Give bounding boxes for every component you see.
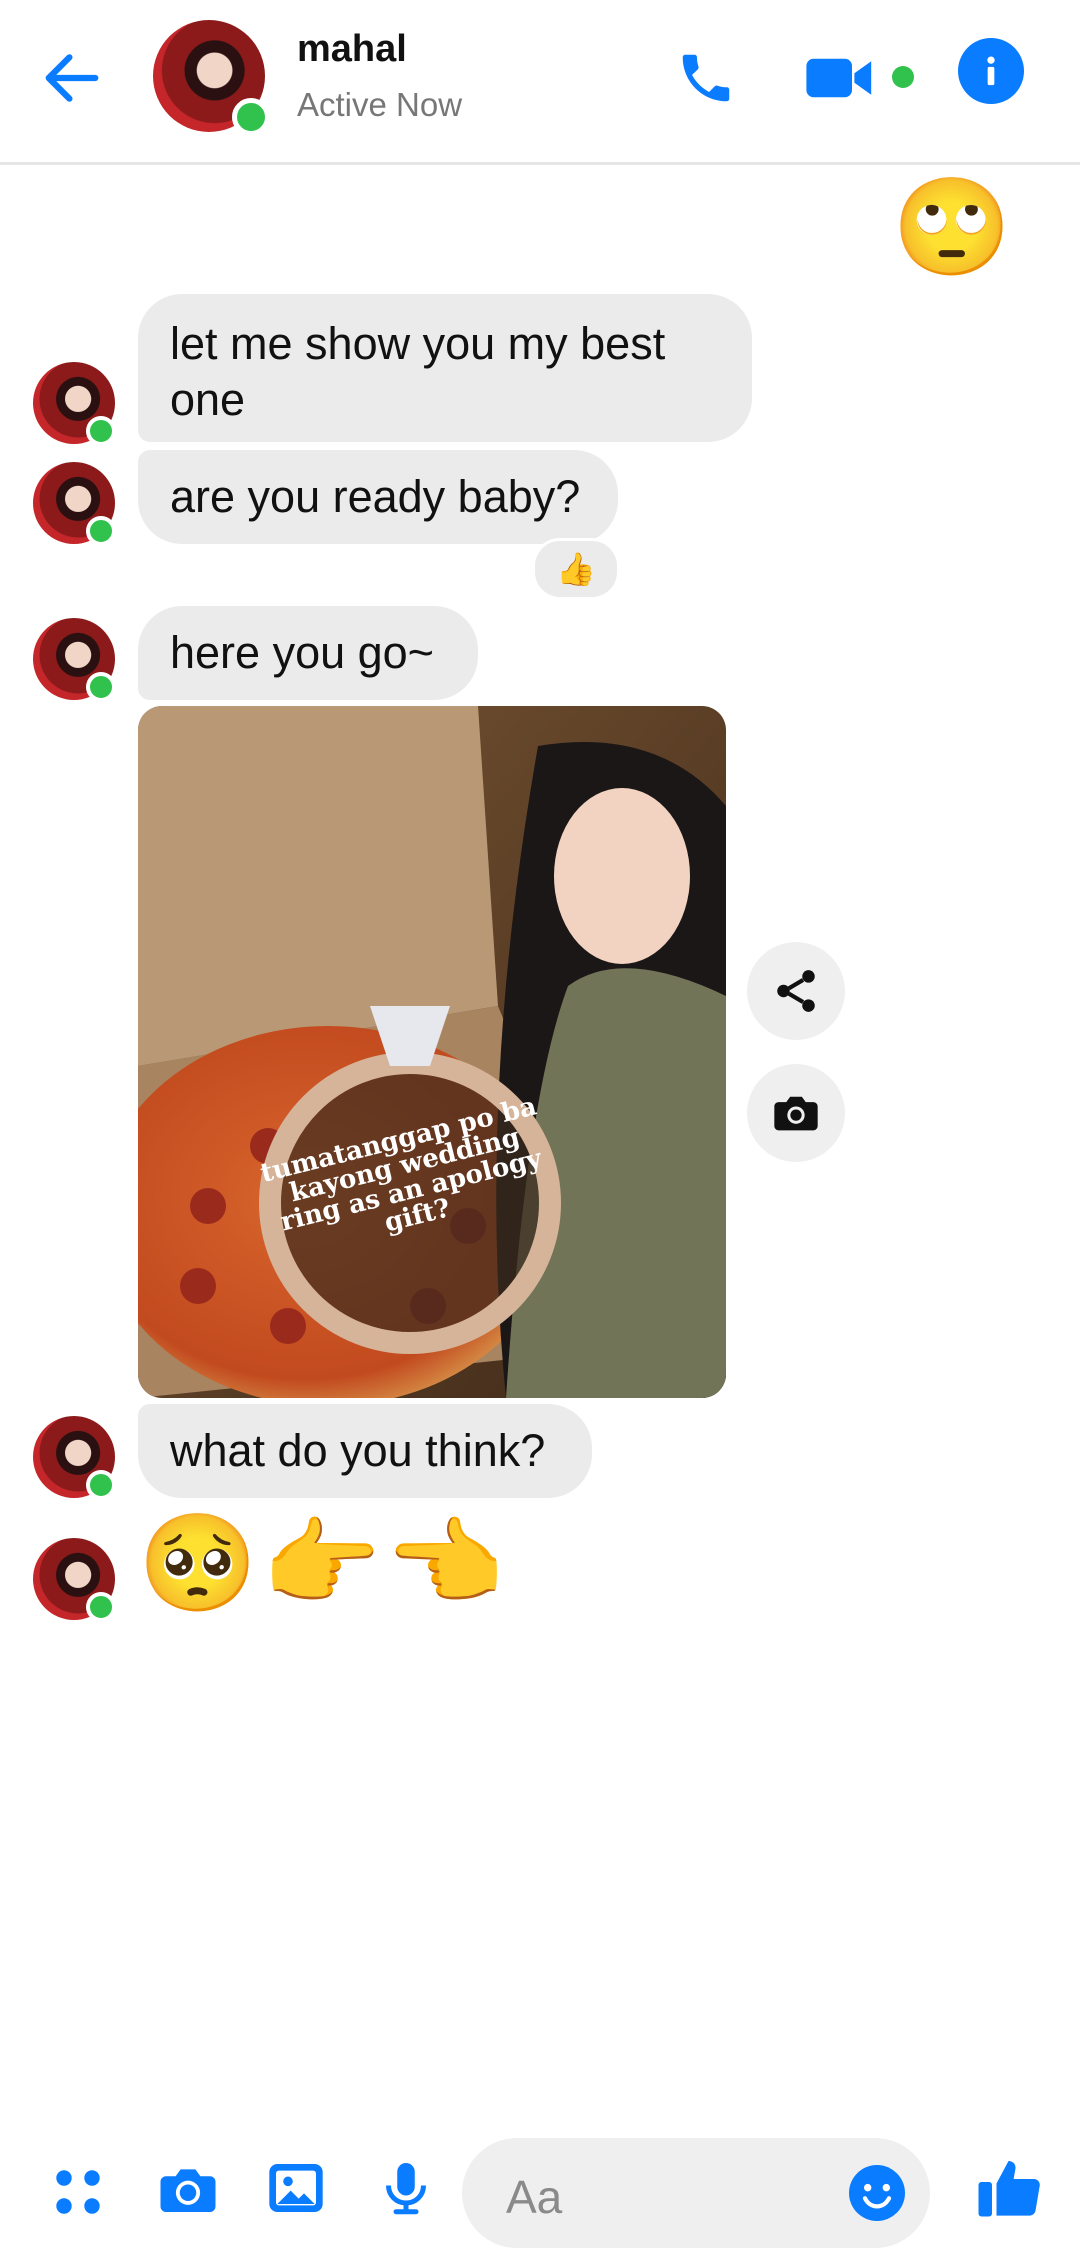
- phone-icon: [682, 54, 730, 102]
- message-bubble[interactable]: what do you think?: [138, 1404, 592, 1498]
- camera-reply-button[interactable]: [747, 1064, 845, 1162]
- message-input-placeholder: Aa: [506, 2171, 563, 2223]
- like-button[interactable]: [970, 2146, 1050, 2230]
- video-active-indicator: [892, 66, 914, 88]
- emoji-smile-icon: [849, 2165, 905, 2221]
- back-button[interactable]: [34, 40, 110, 116]
- share-image-button[interactable]: [747, 942, 845, 1040]
- message-bubble[interactable]: let me show you my best one: [138, 294, 752, 442]
- grid-dots-icon: [56, 2170, 100, 2214]
- share-icon: [777, 970, 815, 1012]
- chat-header: mahal Active Now: [0, 0, 1080, 165]
- emoji-message[interactable]: 🥺👉👈: [138, 1514, 509, 1614]
- more-actions-button[interactable]: [42, 2156, 114, 2228]
- video-call-button[interactable]: [800, 40, 880, 116]
- pizza-ring-photo: [138, 706, 726, 1398]
- arrow-left-icon: [45, 54, 99, 102]
- info-button[interactable]: [958, 38, 1024, 104]
- contact-name[interactable]: mahal: [297, 28, 407, 71]
- reaction-badge[interactable]: 👍: [532, 538, 620, 600]
- microphone-icon: [386, 2163, 426, 2215]
- online-indicator: [86, 672, 116, 702]
- online-indicator: [232, 98, 270, 136]
- gallery-button[interactable]: [258, 2150, 334, 2226]
- shared-image[interactable]: tumatanggap po ba kayong wedding ring as…: [138, 706, 726, 1398]
- gallery-icon: [269, 2164, 323, 2212]
- video-camera-icon: [806, 58, 872, 98]
- emoji-button[interactable]: [842, 2158, 912, 2228]
- online-indicator: [86, 516, 116, 546]
- message-bubble[interactable]: here you go~: [138, 606, 478, 700]
- online-indicator: [86, 1470, 116, 1500]
- online-indicator: [86, 1592, 116, 1622]
- message-bubble[interactable]: are you ready baby?: [138, 450, 618, 544]
- contact-status: Active Now: [297, 86, 463, 123]
- voice-message-button[interactable]: [370, 2150, 442, 2226]
- thumbs-up-icon: [978, 2161, 1040, 2217]
- voice-call-button[interactable]: [666, 38, 746, 118]
- sent-emoji-message[interactable]: 🙄: [892, 178, 1012, 278]
- info-icon: [987, 56, 995, 86]
- online-indicator: [86, 416, 116, 446]
- camera-button[interactable]: [150, 2152, 226, 2228]
- camera-icon: [160, 2169, 216, 2212]
- camera-icon: [774, 1096, 818, 1131]
